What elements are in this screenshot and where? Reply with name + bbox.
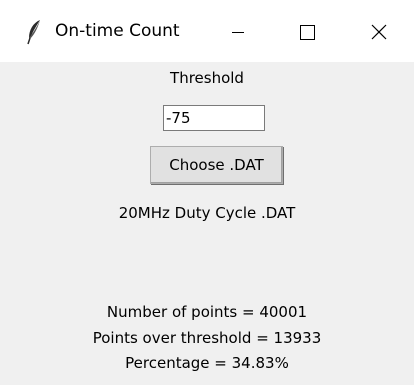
feather-icon bbox=[27, 19, 41, 45]
threshold-input[interactable] bbox=[163, 105, 265, 131]
title-bar[interactable]: On-time Count bbox=[0, 0, 414, 62]
minimize-icon bbox=[232, 32, 244, 33]
percentage-text: Percentage = 34.83% bbox=[125, 354, 289, 372]
window-title: On-time Count bbox=[55, 21, 180, 41]
threshold-label: Threshold bbox=[170, 69, 244, 87]
points-over-threshold-text: Points over threshold = 13933 bbox=[92, 329, 322, 347]
selected-file-label: 20MHz Duty Cycle .DAT bbox=[118, 204, 296, 222]
close-icon bbox=[371, 24, 387, 40]
choose-dat-button[interactable]: Choose .DAT bbox=[150, 146, 283, 184]
number-of-points-text: Number of points = 40001 bbox=[106, 303, 308, 321]
close-button[interactable] bbox=[348, 4, 408, 58]
minimize-button[interactable] bbox=[208, 4, 268, 58]
maximize-button[interactable] bbox=[278, 4, 338, 58]
maximize-icon bbox=[300, 25, 315, 40]
app-window: On-time Count Threshold Choose .DAT 20MH… bbox=[0, 0, 414, 385]
